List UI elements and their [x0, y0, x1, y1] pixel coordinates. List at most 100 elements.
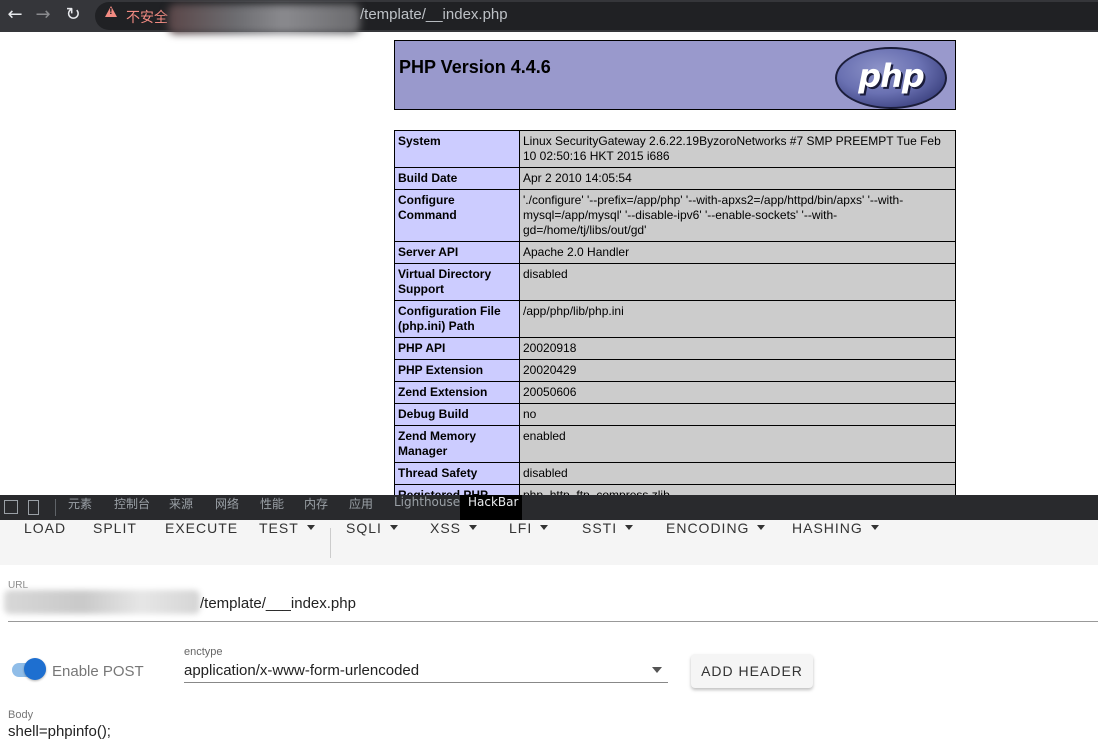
- xss-menu-button[interactable]: XSS: [430, 520, 478, 565]
- hackbar-toolbar: LOAD SPLIT EXECUTE TEST SQLI XSS LFI SST…: [0, 520, 1098, 565]
- table-row: PHP API 20020918: [394, 337, 956, 360]
- tab-hackbar[interactable]: HackBar: [460, 495, 522, 520]
- chevron-down-icon: [540, 525, 549, 530]
- enctype-label: enctype: [184, 646, 223, 658]
- tab-console[interactable]: 控制台: [106, 495, 158, 520]
- enable-post-label[interactable]: Enable POST: [52, 663, 144, 680]
- enctype-select[interactable]: application/x-www-form-urlencoded: [184, 662, 419, 679]
- table-row: Configure Command './configure' '--prefix…: [394, 189, 956, 242]
- url-input[interactable]: /template/___index.php: [200, 595, 356, 612]
- toggle-knob[interactable]: [24, 658, 46, 680]
- row-value: Apache 2.0 Handler: [519, 241, 956, 264]
- chevron-down-icon: [389, 525, 398, 530]
- tab-performance[interactable]: 性能: [252, 495, 292, 520]
- table-row: Zend Extension 20050606: [394, 381, 956, 404]
- row-value: 20020918: [519, 337, 956, 360]
- execute-button[interactable]: EXECUTE: [165, 520, 238, 565]
- sqli-menu-button[interactable]: SQLI: [346, 520, 398, 565]
- tab-divider: [55, 499, 56, 516]
- row-value: enabled: [519, 425, 956, 463]
- device-toolbar-icon[interactable]: [28, 500, 39, 515]
- reload-icon[interactable]: ↻: [62, 4, 84, 26]
- toolbar-divider: [330, 528, 331, 558]
- row-key: Zend Memory Manager: [394, 425, 520, 463]
- ssti-menu-button[interactable]: SSTI: [582, 520, 634, 565]
- warning-icon[interactable]: [105, 6, 117, 17]
- body-textarea[interactable]: shell=phpinfo();: [8, 723, 111, 740]
- lfi-menu-button[interactable]: LFI: [509, 520, 549, 565]
- test-label: TEST: [259, 520, 299, 536]
- row-key: Zend Extension: [394, 381, 520, 404]
- xss-label: XSS: [430, 520, 462, 536]
- lfi-label: LFI: [509, 520, 533, 536]
- php-version-title: PHP Version 4.4.6: [399, 57, 551, 77]
- chevron-down-icon: [625, 525, 634, 530]
- row-key: Virtual Directory Support: [394, 263, 520, 301]
- url-underline: [8, 621, 1098, 622]
- table-row: Zend Memory Manager enabled: [394, 425, 956, 463]
- devtools-tabbar: 元素 控制台 来源 网络 性能 内存 应用 Lighthouse HackBar: [0, 495, 1098, 520]
- dropdown-arrow-icon[interactable]: [652, 667, 662, 673]
- browser-toolbar: ← → ↻ 不安全 /template/__index.php: [0, 0, 1098, 34]
- row-key: Thread Safety: [394, 462, 520, 485]
- table-row: Build Date Apr 2 2010 14:05:54: [394, 167, 956, 190]
- sqli-label: SQLI: [346, 520, 382, 536]
- table-row: System Linux SecurityGateway 2.6.22.19Byz…: [394, 130, 956, 168]
- load-button[interactable]: LOAD: [24, 520, 66, 565]
- hashing-menu-button[interactable]: HASHING: [792, 520, 879, 565]
- security-warning[interactable]: 不安全: [126, 7, 168, 27]
- row-value: no: [519, 403, 956, 426]
- row-value: 20020429: [519, 359, 956, 382]
- row-key: Configuration File (php.ini) Path: [394, 300, 520, 338]
- table-row: Configuration File (php.ini) Path/app/ph…: [394, 300, 956, 338]
- row-key: Debug Build: [394, 403, 520, 426]
- ssti-label: SSTI: [582, 520, 618, 536]
- table-row: Server API Apache 2.0 Handler: [394, 241, 956, 264]
- phpinfo-page: PHP Version 4.4.6 php System Linux Securi…: [394, 40, 956, 507]
- encoding-menu-button[interactable]: ENCODING: [666, 520, 766, 565]
- row-key: PHP API: [394, 337, 520, 360]
- tab-application[interactable]: 应用: [341, 495, 381, 520]
- chevron-down-icon: [757, 525, 766, 530]
- tab-memory[interactable]: 内存: [296, 495, 336, 520]
- tab-lighthouse[interactable]: Lighthouse: [386, 495, 468, 520]
- phpinfo-table: System Linux SecurityGateway 2.6.22.19Byz…: [394, 130, 956, 507]
- back-icon[interactable]: ←: [4, 4, 26, 26]
- add-header-button[interactable]: ADD HEADER: [691, 654, 813, 688]
- address-url[interactable]: /template/__index.php: [360, 6, 508, 23]
- chevron-down-icon: [870, 525, 879, 530]
- row-value: /app/php/lib/php.ini: [519, 300, 956, 338]
- row-value: Linux SecurityGateway 2.6.22.19ByzoroNet…: [519, 130, 956, 168]
- table-row: Virtual Directory Support disabled: [394, 263, 956, 301]
- tab-elements[interactable]: 元素: [60, 495, 100, 520]
- row-key: PHP Extension: [394, 359, 520, 382]
- row-key: Configure Command: [394, 189, 520, 242]
- row-value: 20050606: [519, 381, 956, 404]
- redacted-host: [168, 4, 360, 34]
- row-value: disabled: [519, 462, 956, 485]
- php-logo-text: php: [858, 57, 925, 95]
- row-value: './configure' '--prefix=/app/php' '--wit…: [519, 189, 956, 242]
- test-menu-button[interactable]: TEST: [259, 520, 315, 565]
- hashing-label: HASHING: [792, 520, 863, 536]
- chevron-down-icon: [306, 525, 315, 530]
- tab-sources[interactable]: 来源: [161, 495, 201, 520]
- row-key: Build Date: [394, 167, 520, 190]
- body-field-label: Body: [8, 709, 34, 721]
- forward-icon[interactable]: →: [32, 4, 54, 26]
- chevron-down-icon: [469, 525, 478, 530]
- phpinfo-header: PHP Version 4.4.6 php: [394, 40, 956, 110]
- php-logo: php: [835, 47, 947, 109]
- enctype-underline: [184, 682, 668, 683]
- encoding-label: ENCODING: [666, 520, 750, 536]
- tab-network[interactable]: 网络: [207, 495, 247, 520]
- row-value: Apr 2 2010 14:05:54: [519, 167, 956, 190]
- row-key: Server API: [394, 241, 520, 264]
- redacted-url-host: [4, 590, 200, 614]
- table-row: PHP Extension 20020429: [394, 359, 956, 382]
- row-key: System: [394, 130, 520, 168]
- split-button[interactable]: SPLIT: [93, 520, 137, 565]
- table-row: Debug Build no: [394, 403, 956, 426]
- table-row: Thread Safety disabled: [394, 462, 956, 485]
- inspect-element-icon[interactable]: [4, 500, 18, 514]
